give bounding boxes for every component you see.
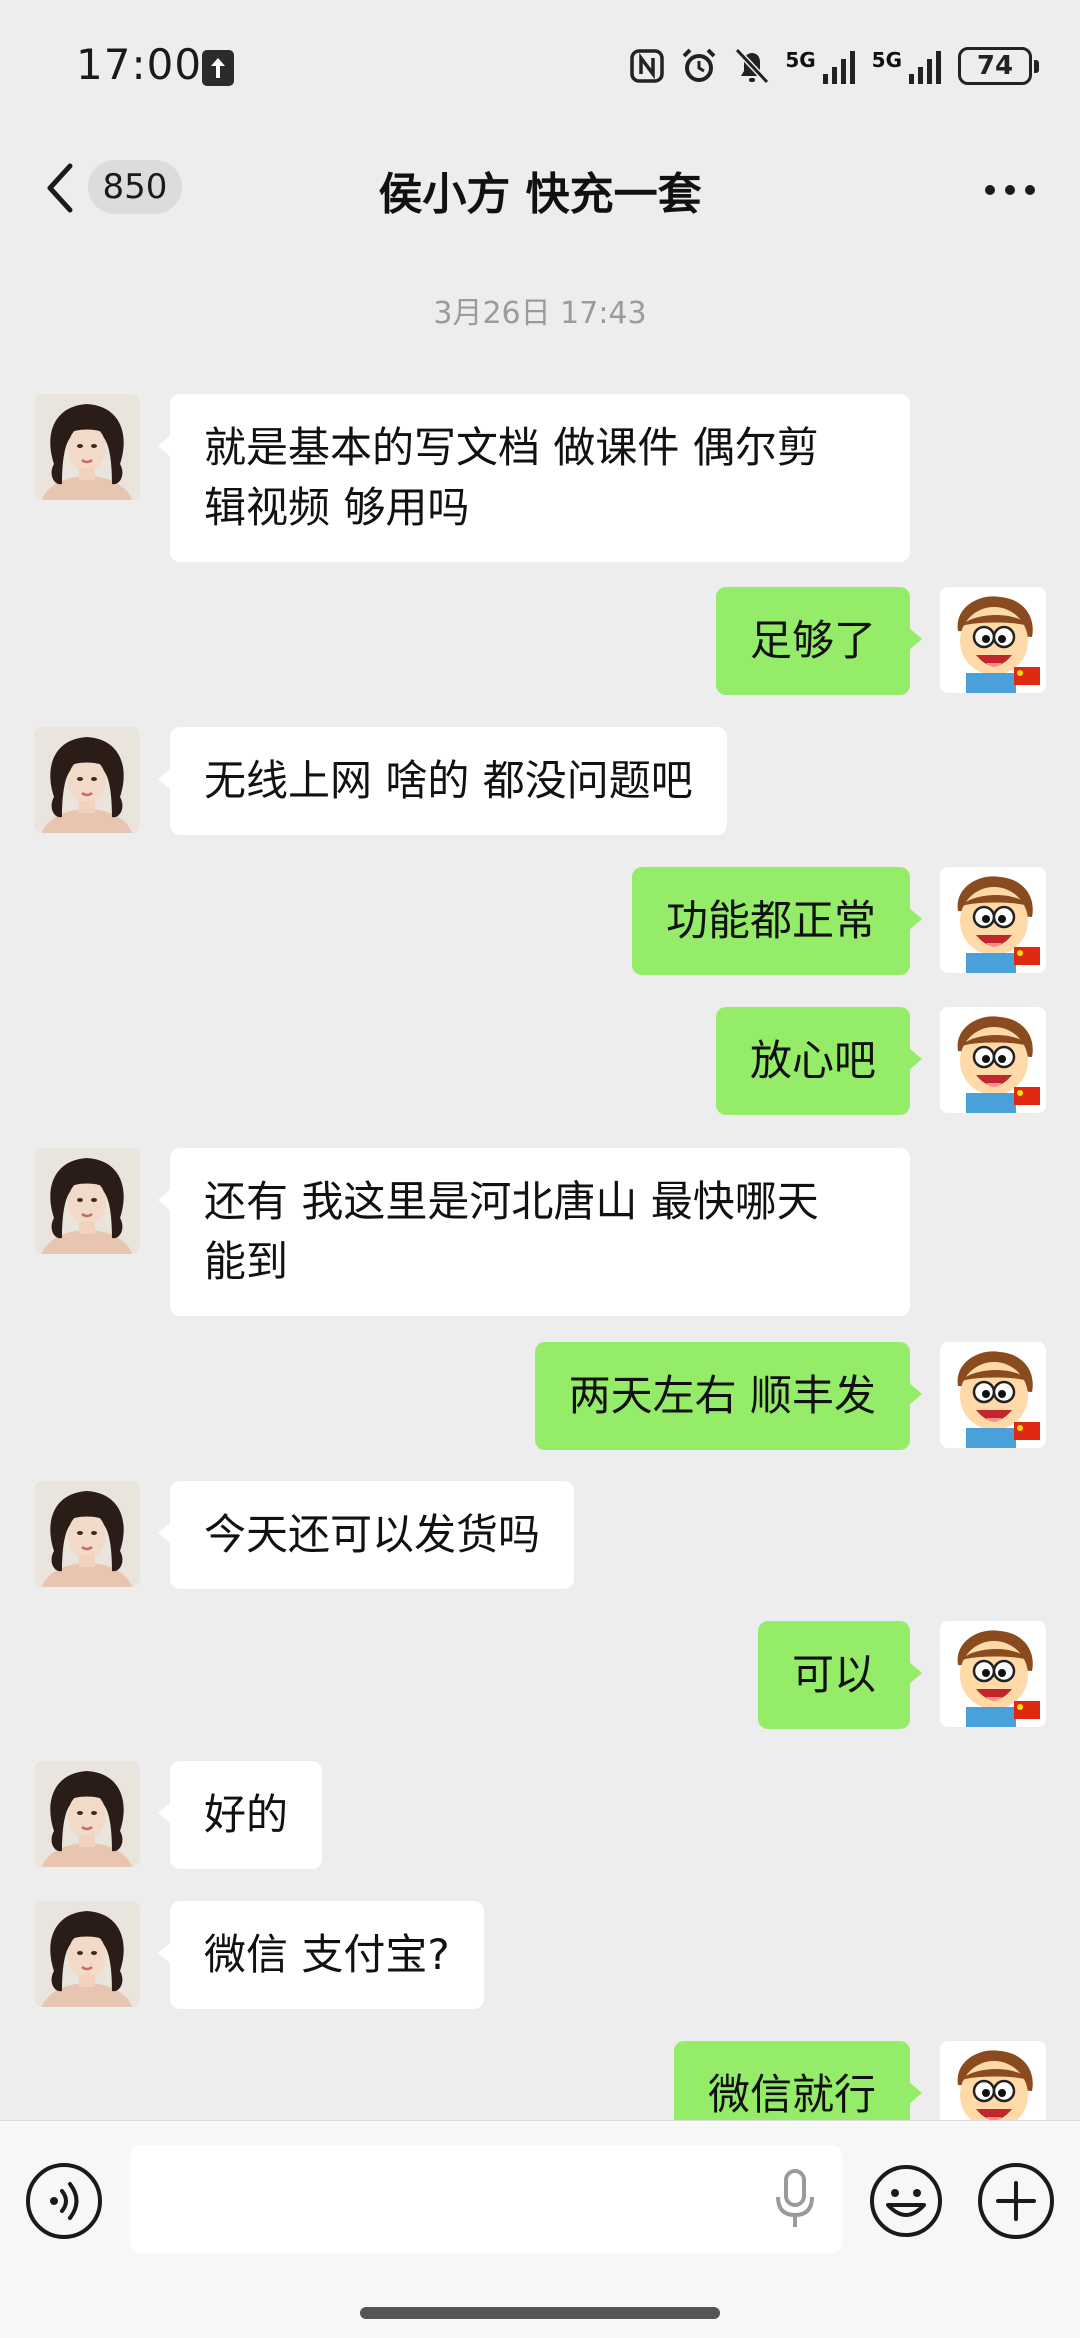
chevron-left-icon[interactable] (40, 160, 80, 216)
message-timestamp: 3月26日 17:43 (433, 296, 647, 331)
message-text: 足够了 (749, 616, 876, 665)
more-icon[interactable] (980, 170, 1040, 210)
message-bubble[interactable]: 足够了 (715, 587, 923, 695)
contact-avatar[interactable] (34, 1148, 140, 1254)
message-bubble[interactable]: 放心吧 (715, 1007, 923, 1115)
message-input[interactable] (130, 2145, 842, 2253)
self-avatar[interactable] (940, 1342, 1046, 1448)
message-text-line: 辑视频 够用吗 (204, 483, 470, 532)
message-text: 无线上网 啥的 都没问题吧 (204, 756, 693, 805)
signal-1: 5G (785, 48, 857, 84)
network-label-1: 5G (785, 48, 816, 72)
status-time: 17:00 (76, 40, 203, 89)
message-text: 可以 (791, 1650, 876, 1699)
message-bubble[interactable]: 今天还可以发货吗 (157, 1481, 575, 1589)
plus-icon[interactable] (978, 2163, 1054, 2239)
battery-level: 74 (976, 51, 1014, 81)
signal-2: 5G (872, 48, 944, 84)
message-bubble[interactable]: 就是基本的写文档 做课件 偶尔剪 辑视频 够用吗 (158, 394, 910, 562)
self-avatar[interactable] (940, 1007, 1046, 1113)
signal-bars-icon (909, 51, 941, 84)
self-avatar[interactable] (940, 587, 1046, 693)
self-avatar[interactable] (940, 867, 1046, 973)
voice-icon[interactable] (26, 2163, 102, 2239)
nfc-icon (630, 49, 665, 83)
mute-bell-icon (735, 47, 770, 85)
chat-title: 侯小方 快充一套 (378, 169, 702, 220)
message-bubble[interactable]: 两天左右 顺丰发 (534, 1342, 923, 1450)
contact-avatar[interactable] (34, 727, 140, 833)
message-text: 两天左右 顺丰发 (568, 1371, 876, 1420)
message-bubble[interactable]: 微信 支付宝? (158, 1901, 484, 2009)
home-indicator[interactable] (360, 2307, 720, 2319)
emoji-icon[interactable] (868, 2163, 944, 2239)
contact-avatar[interactable] (34, 1481, 140, 1587)
message-text-line: 就是基本的写文档 做课件 偶尔剪 (204, 423, 819, 472)
upload-icon (202, 50, 234, 86)
message-bubble[interactable]: 无线上网 啥的 都没问题吧 (158, 727, 727, 835)
status-icons: 5G 5G 74 (629, 44, 1039, 88)
contact-avatar[interactable] (34, 1761, 140, 1867)
input-bar (0, 2120, 1080, 2338)
message-text: 微信 支付宝? (204, 1930, 450, 1979)
message-text: 微信就行 (707, 2070, 876, 2119)
message-bubble[interactable]: 好的 (157, 1761, 323, 1869)
mic-icon[interactable] (770, 2167, 820, 2231)
message-text-line: 还有 我这里是河北唐山 最快哪天 (204, 1177, 819, 1226)
message-text-line: 能到 (204, 1237, 289, 1286)
chat-header: 850 侯小方 快充一套 (0, 130, 1080, 248)
message-text: 功能都正常 (665, 896, 876, 945)
message-bubble[interactable]: 还有 我这里是河北唐山 最快哪天 能到 (158, 1148, 910, 1316)
network-label-2: 5G (871, 48, 902, 72)
message-text: 今天还可以发货吗 (204, 1510, 541, 1559)
battery-icon: 74 (958, 47, 1039, 85)
status-bar: 17:00 5G 5G 74 (0, 0, 1080, 130)
contact-avatar[interactable] (34, 394, 140, 500)
message-text: 好的 (204, 1790, 289, 1839)
self-avatar[interactable] (940, 1621, 1046, 1727)
unread-count-badge[interactable]: 850 (88, 160, 182, 214)
alarm-icon (682, 48, 716, 82)
contact-avatar[interactable] (34, 1901, 140, 2007)
message-bubble[interactable]: 可以 (757, 1621, 923, 1729)
message-bubble[interactable]: 功能都正常 (631, 867, 923, 975)
signal-bars-icon (822, 51, 855, 84)
message-text: 放心吧 (749, 1036, 876, 1085)
